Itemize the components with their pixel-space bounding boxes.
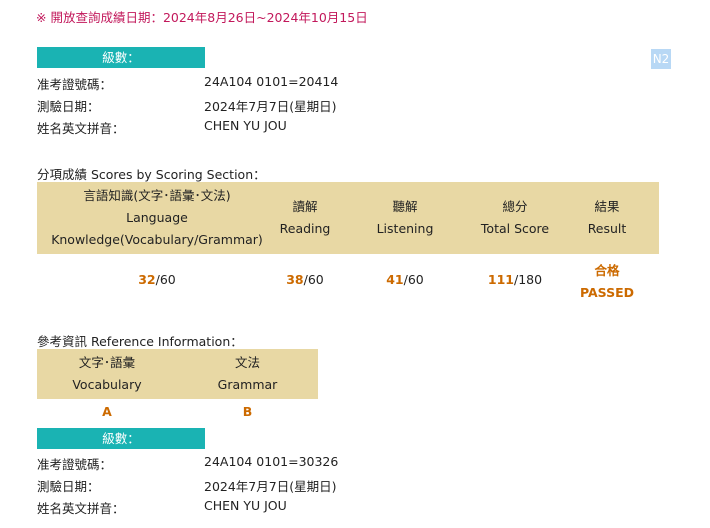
test-date-label: 測驗日期： xyxy=(37,99,100,114)
header-en: Language xyxy=(126,210,188,225)
scores-header: 言語知識(文字･語彙･文法) Language Knowledge(Vocabu… xyxy=(37,182,659,254)
header-total-score: 總分 Total Score xyxy=(460,182,570,254)
result-en: PASSED xyxy=(579,285,635,300)
score-max: /60 xyxy=(403,272,424,287)
exam-number-value: 24A104 0101=30326 xyxy=(204,454,339,469)
header-en: Knowledge(Vocabulary/Grammar) xyxy=(51,232,263,247)
scores-section-title: 分項成績 Scores by Scoring Section： xyxy=(37,167,266,182)
header-en: Grammar xyxy=(217,377,278,392)
score-value: 32 xyxy=(138,272,156,287)
exam-number-label: 准考證號碼： xyxy=(37,457,113,472)
level-badge: N2 xyxy=(651,49,671,69)
header-zh: 言語知識(文字･語彙･文法) xyxy=(83,188,231,203)
score-value: 111 xyxy=(487,272,514,287)
score-max: /180 xyxy=(514,272,543,287)
header-grammar: 文法 Grammar xyxy=(177,349,318,399)
name-label: 姓名英文拼音： xyxy=(37,501,125,516)
reference-section-title: 參考資訊 Reference Information： xyxy=(37,334,243,349)
test-date-label: 測驗日期： xyxy=(37,479,100,494)
score-value: 41 xyxy=(386,272,404,287)
result-zh: 合格 xyxy=(594,263,620,278)
score-max: /60 xyxy=(303,272,324,287)
header-reading: 讀解 Reading xyxy=(265,182,345,254)
score-value: 38 xyxy=(286,272,304,287)
header-result: 結果 Result xyxy=(568,182,646,254)
grade-vocabulary: A xyxy=(102,404,112,419)
level-bar: 級數： xyxy=(37,428,205,449)
name-label: 姓名英文拼音： xyxy=(37,121,125,136)
score-reading: 38/60 xyxy=(265,272,345,287)
grade-grammar: B xyxy=(242,404,253,419)
header-en: Vocabulary xyxy=(72,377,142,392)
header-vocabulary: 文字･語彙 Vocabulary xyxy=(37,349,177,399)
score-total: 111/180 xyxy=(460,272,570,287)
score-query-notice: ※ 開放查詢成績日期：2024年8月26日~2024年10月15日 xyxy=(36,10,368,25)
header-en: Total Score xyxy=(480,221,550,236)
header-zh: 聽解 xyxy=(392,199,418,214)
header-listening: 聽解 Listening xyxy=(365,182,445,254)
test-date-value: 2024年7月7日(星期日) xyxy=(204,479,337,494)
header-zh: 文字･語彙 xyxy=(78,355,136,370)
test-date-value: 2024年7月7日(星期日) xyxy=(204,99,337,114)
header-zh: 結果 xyxy=(594,199,620,214)
header-en: Result xyxy=(587,221,627,236)
name-value: CHEN YU JOU xyxy=(204,498,287,513)
header-zh: 總分 xyxy=(502,199,528,214)
level-bar: 級數： xyxy=(37,47,205,68)
header-zh: 文法 xyxy=(234,355,260,370)
header-en: Reading xyxy=(279,221,331,236)
header-language-knowledge: 言語知識(文字･語彙･文法) Language Knowledge(Vocabu… xyxy=(37,182,277,254)
header-en: Listening xyxy=(376,221,434,236)
result-value: 合格 PASSED xyxy=(568,260,646,304)
score-language-knowledge: 32/60 xyxy=(117,272,197,287)
score-max: /60 xyxy=(155,272,176,287)
score-listening: 41/60 xyxy=(365,272,445,287)
header-zh: 讀解 xyxy=(292,199,318,214)
exam-number-value: 24A104 0101=20414 xyxy=(204,74,339,89)
reference-header: 文字･語彙 Vocabulary 文法 Grammar xyxy=(37,349,318,399)
exam-number-label: 准考證號碼： xyxy=(37,77,113,92)
name-value: CHEN YU JOU xyxy=(204,118,287,133)
